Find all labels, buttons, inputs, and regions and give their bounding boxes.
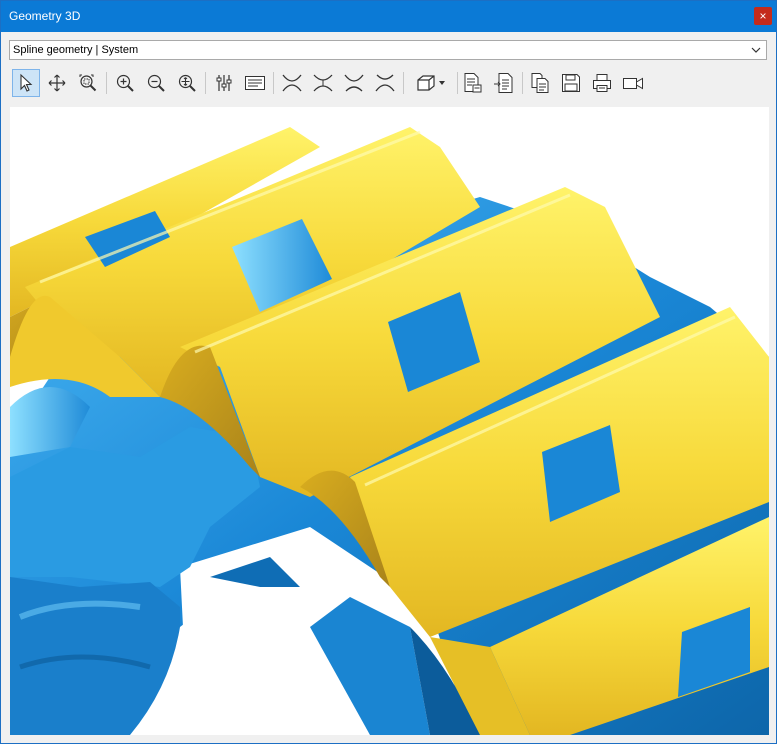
cube-icon [417,75,435,91]
toolbar-separator [457,72,458,94]
copy-icon [531,73,549,93]
view-cube-dropdown-button[interactable] [409,69,453,97]
select-pointer-button[interactable] [12,69,40,97]
geometry-selector-dropdown[interactable]: Spline geometry | System [9,40,767,60]
curve-view-icon [313,74,333,92]
curve-view-icon [375,74,395,92]
toolbar-separator [106,72,107,94]
text-legend-button[interactable] [241,69,269,97]
move-arrows-icon [48,74,66,92]
zoom-fit-icon [178,74,196,92]
copy-button[interactable] [526,69,554,97]
toolbar [9,67,769,99]
zoom-out-icon [147,74,165,92]
document-export-icon [494,73,513,93]
view-4-button[interactable] [371,69,399,97]
zoom-in-icon [116,74,134,92]
floppy-disk-icon [562,74,580,92]
view-2-button[interactable] [309,69,337,97]
curve-view-icon [282,74,302,92]
toolbar-separator [273,72,274,94]
video-camera-icon [623,77,643,90]
geometry-3d-window: Geometry 3D × Spline geometry | System [0,0,777,744]
save-button[interactable] [557,69,585,97]
curve-view-icon [344,74,364,92]
settings-sliders-button[interactable] [210,69,238,97]
print-button[interactable] [588,69,616,97]
dropdown-arrow-icon [439,81,445,85]
report-button[interactable] [459,69,487,97]
close-button[interactable]: × [754,7,772,25]
zoom-window-icon [79,74,97,92]
printer-icon [593,74,611,92]
pan-button[interactable] [43,69,71,97]
record-video-button[interactable] [619,69,647,97]
window-title: Geometry 3D [9,9,81,23]
geometry-selector-value: Spline geometry | System [13,44,139,56]
zoom-fit-button[interactable] [173,69,201,97]
toolbar-separator [403,72,404,94]
toolbar-separator [205,72,206,94]
chevron-down-icon [751,47,761,53]
cursor-arrow-icon [20,73,33,92]
zoom-window-button[interactable] [74,69,102,97]
document-icon [464,73,482,93]
title-bar[interactable]: Geometry 3D × [1,1,776,32]
3d-viewport[interactable] [10,107,769,735]
sliders-icon [216,75,232,91]
view-1-button[interactable] [278,69,306,97]
toolbar-separator [522,72,523,94]
spline-gear-render [10,127,769,735]
zoom-out-button[interactable] [142,69,170,97]
text-lines-icon [245,76,265,90]
zoom-in-button[interactable] [111,69,139,97]
view-3-button[interactable] [340,69,368,97]
export-button[interactable] [490,69,518,97]
